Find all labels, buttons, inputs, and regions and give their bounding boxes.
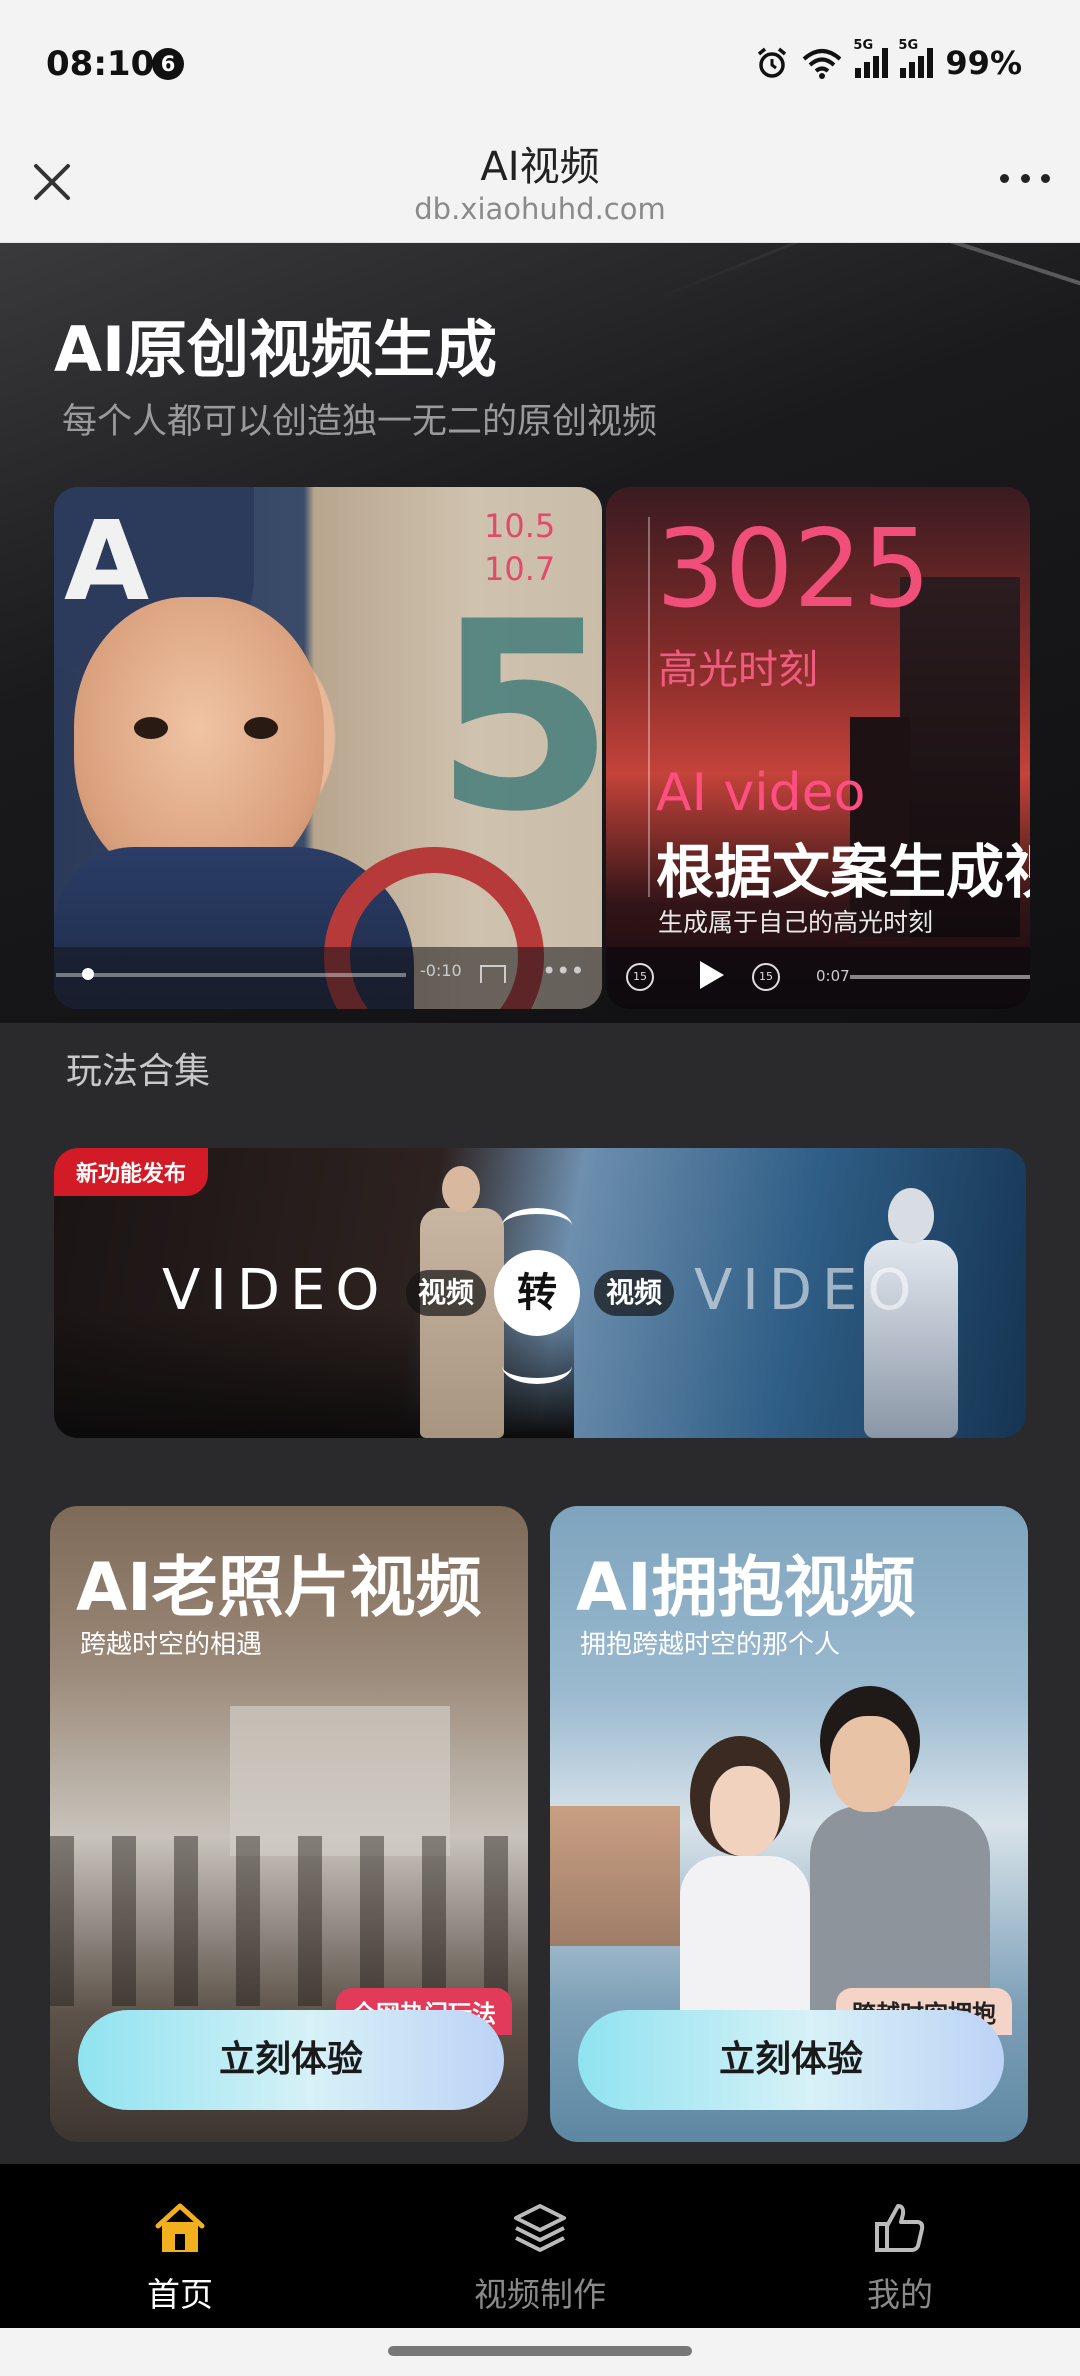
nav-label: 首页 <box>147 2275 213 2314</box>
light-beam <box>657 243 1080 300</box>
layers-icon <box>514 2204 566 2252</box>
nav-label: 我的 <box>867 2275 933 2314</box>
video-caption: 生成属于自己的高光时刻 <box>658 908 934 937</box>
hero-title: AI原创视频生成 <box>54 313 498 386</box>
signal-icon: 5G <box>853 38 889 78</box>
status-bar: 08:10 6 5G 5G 99% <box>0 0 1080 130</box>
swap-arrow-icon <box>502 1208 572 1244</box>
signal-icon: 5G <box>898 38 934 78</box>
feature-card-hug[interactable]: AI拥抱视频 拥抱跨越时空的那个人 跨越时空拥抱 立刻体验 <box>550 1506 1028 2142</box>
video-number: 3025 <box>656 507 931 632</box>
status-time: 08:10 <box>46 44 155 84</box>
try-now-button[interactable]: 立刻体验 <box>578 2010 1004 2110</box>
signal-type-label: 5G <box>898 38 919 53</box>
swap-arrow-icon <box>502 1348 572 1384</box>
progress-knob[interactable] <box>82 968 94 980</box>
section-title: 玩法合集 <box>66 1051 211 1092</box>
video-big-digit: 5 <box>434 567 602 869</box>
video-highlight-label: 高光时刻 <box>658 647 818 693</box>
new-feature-tag: 新功能发布 <box>54 1148 209 1196</box>
video-ai-label: AI video <box>656 763 866 823</box>
date-top: 10.5 <box>484 507 556 545</box>
nav-item-home[interactable]: 首页 <box>80 2200 280 2316</box>
cast-icon[interactable] <box>480 965 506 983</box>
street-graphic <box>550 1806 680 1946</box>
thumbs-up-icon <box>875 2204 925 2252</box>
video-time: 0:07 <box>816 967 850 985</box>
building-graphic <box>230 1706 450 1856</box>
video-dates: 10.5 10.7 <box>484 505 555 591</box>
video-controls: 15 15 0:07 <box>606 947 1030 1009</box>
home-icon <box>155 2203 205 2252</box>
progress-track[interactable] <box>850 975 1030 979</box>
page-domain: db.xiaohuhd.com <box>414 192 666 226</box>
banner-word-right: VIDEO <box>694 1258 922 1323</box>
feature-title: AI老照片视频 <box>76 1549 482 1626</box>
video-to-video-banner[interactable]: VIDEO VIDEO 视频 转 视频 新功能发布 <box>54 1148 1026 1438</box>
sample-video-card[interactable]: 5 A 10.5 10.7 -0:10 ••• <box>54 487 602 1009</box>
banner-pill-right: 视频 <box>594 1270 674 1316</box>
title-bar: AI视频 db.xiaohuhd.com <box>0 130 1080 243</box>
signal-type-label: 5G <box>853 38 874 53</box>
nav-item-video-create[interactable]: 视频制作 <box>440 2200 640 2316</box>
more-icon[interactable] <box>1000 174 1050 188</box>
cyclists-graphic <box>50 1836 528 2006</box>
nav-label: 视频制作 <box>474 2275 606 2314</box>
rewind-icon[interactable]: 15 <box>626 963 654 991</box>
video-headline: 根据文案生成视 <box>656 838 1030 906</box>
feature-card-old-photo[interactable]: AI老照片视频 跨越时空的相遇 全网热门玩法 立刻体验 <box>50 1506 528 2142</box>
bottom-nav: 首页 视频制作 我的 <box>0 2164 1080 2328</box>
banner-word-left: VIDEO <box>162 1258 390 1323</box>
date-bottom: 10.7 <box>484 550 556 589</box>
forward-icon[interactable]: 15 <box>752 963 780 991</box>
child-face-graphic <box>74 597 324 887</box>
video-time: -0:10 <box>420 961 462 980</box>
hero-subtitle: 每个人都可以创造独一无二的原创视频 <box>62 402 658 442</box>
feature-description: 拥抱跨越时空的那个人 <box>580 1630 841 1660</box>
nav-item-mine[interactable]: 我的 <box>800 2200 1000 2316</box>
light-beam <box>536 243 1080 326</box>
home-indicator[interactable] <box>388 2346 692 2356</box>
feature-description: 跨越时空的相遇 <box>80 1630 263 1660</box>
wifi-icon <box>803 49 842 79</box>
helmet-letter: A <box>64 497 150 625</box>
play-icon[interactable] <box>700 961 724 989</box>
battery-level: 99% <box>945 44 1022 82</box>
hero-section: AI原创视频生成 每个人都可以创造独一无二的原创视频 5 A 10.5 10.7… <box>0 243 1080 1023</box>
couple-graphic <box>670 1686 990 2026</box>
banner-pill-left: 视频 <box>406 1270 486 1316</box>
banner-center-badge: 转 <box>494 1250 580 1336</box>
status-icons: 5G 5G 99% <box>755 38 1022 82</box>
alarm-icon <box>758 47 787 78</box>
progress-track[interactable] <box>56 973 406 977</box>
sample-video-card[interactable]: 3025 高光时刻 AI video 根据文案生成视 生成属于自己的高光时刻 1… <box>606 487 1030 1009</box>
divider-line <box>648 517 650 897</box>
more-options-icon[interactable]: ••• <box>542 957 584 985</box>
video-controls: -0:10 ••• <box>54 947 602 1009</box>
page-title: AI视频 <box>480 144 600 190</box>
try-now-button[interactable]: 立刻体验 <box>78 2010 504 2110</box>
feature-title: AI拥抱视频 <box>576 1549 916 1626</box>
gesture-bar <box>0 2328 1080 2376</box>
notification-count-badge: 6 <box>152 48 184 80</box>
